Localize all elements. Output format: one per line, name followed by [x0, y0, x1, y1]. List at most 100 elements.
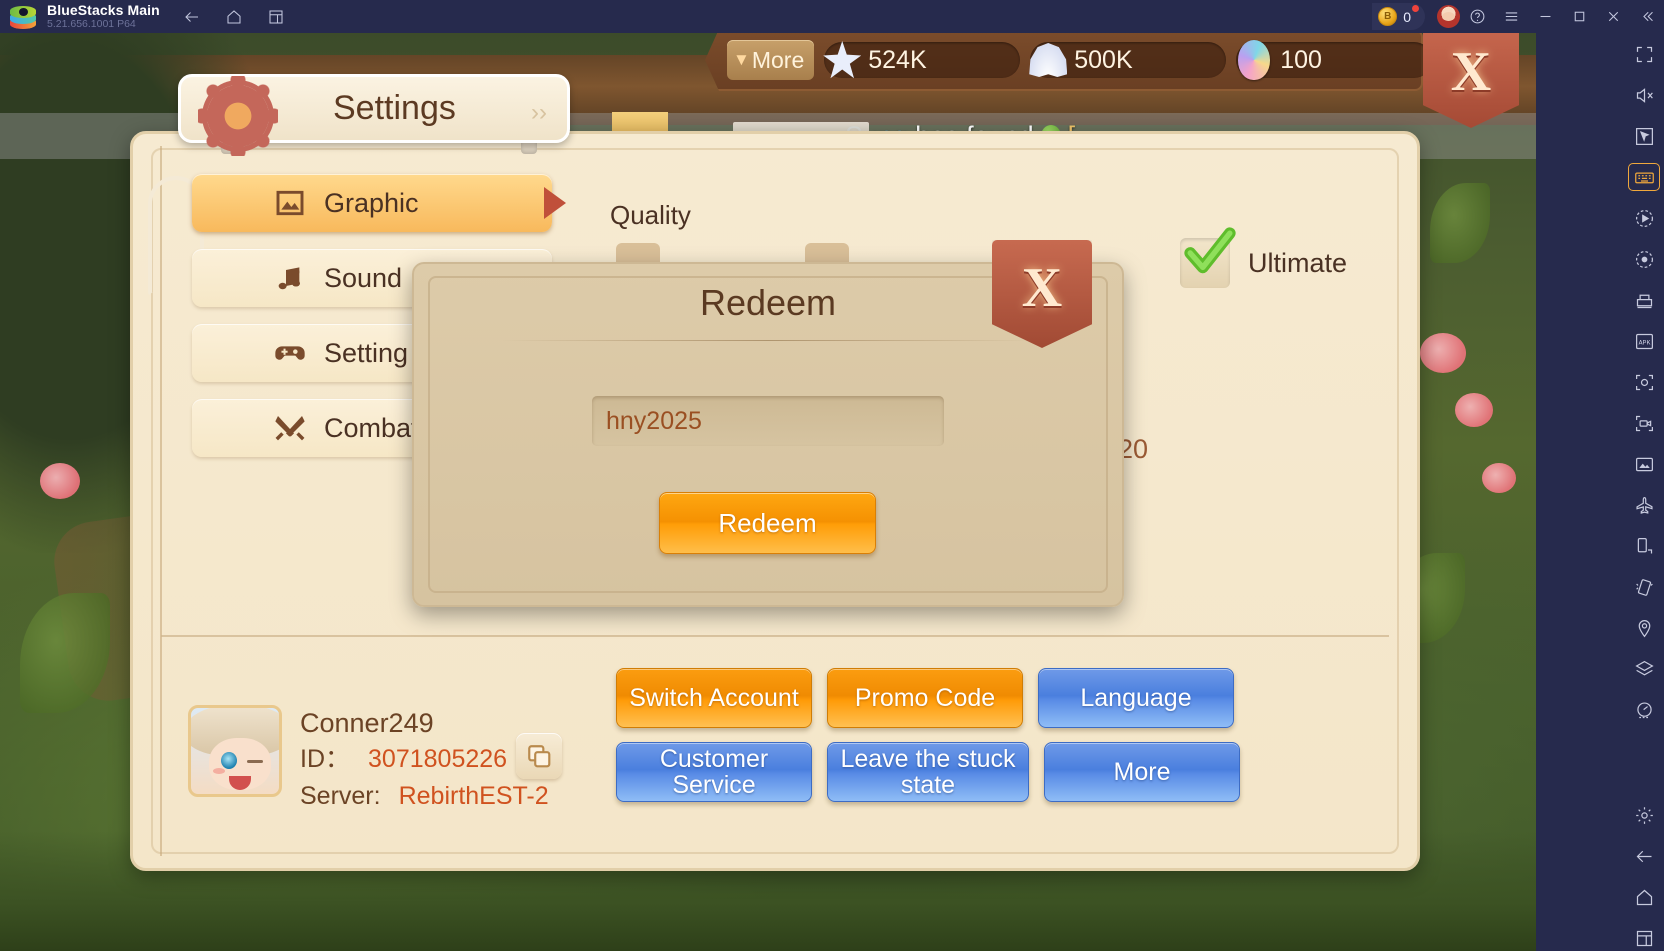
- star-icon: [820, 38, 864, 82]
- back-icon[interactable]: [182, 7, 202, 27]
- gyroscope-icon[interactable]: [1629, 697, 1659, 723]
- account-id-label: ID：: [300, 745, 351, 774]
- multi-instance-manager-icon[interactable]: [1629, 287, 1659, 313]
- promo-code-button[interactable]: Promo Code: [827, 668, 1023, 728]
- redeem-code-input[interactable]: hny2025: [592, 396, 944, 446]
- account-server-row: Server: RebirthEST-2: [300, 778, 549, 814]
- home-icon[interactable]: [1629, 884, 1659, 910]
- settings-header: ‹‹ Settings ››: [178, 74, 570, 156]
- sidebar-icon-stack: APK: [1624, 33, 1664, 951]
- account-info: Conner249 ID： 3071805226 Server: Rebirth…: [188, 705, 549, 814]
- sidebar-item-label: Sound: [324, 262, 403, 293]
- redeem-dialog-divider: [502, 340, 1034, 341]
- redeem-submit-button[interactable]: Redeem: [659, 492, 876, 554]
- bluestacks-title-block: BlueStacks Main 5.21.656.1001 P64: [47, 3, 160, 30]
- menu-icon[interactable]: [1494, 0, 1528, 33]
- settings-gear-icon[interactable]: [1629, 802, 1659, 828]
- account-server-value: RebirthEST-2: [398, 781, 549, 810]
- home-icon[interactable]: [224, 7, 244, 27]
- leave-stuck-state-button[interactable]: Leave the stuck state: [827, 742, 1029, 802]
- layers-icon[interactable]: [1629, 656, 1659, 682]
- cursor-icon[interactable]: [1629, 123, 1659, 149]
- back-arrow-icon[interactable]: [1629, 843, 1659, 869]
- svg-text:APK: APK: [1638, 339, 1650, 346]
- quality-label: Quality: [610, 200, 691, 230]
- coin-icon: B: [1378, 7, 1398, 26]
- action-button-grid: Switch Account Promo Code Language Custo…: [616, 668, 1240, 816]
- help-icon[interactable]: [1460, 0, 1494, 33]
- rotate-portrait-icon[interactable]: [1629, 533, 1659, 559]
- background-blossom: [1482, 463, 1516, 493]
- sidebar-item-label: Graphic: [324, 187, 419, 218]
- collapse-icon[interactable]: [1630, 0, 1664, 33]
- panel-divider: [161, 635, 1389, 637]
- background-blossom: [40, 463, 80, 499]
- points-value: 0: [1403, 8, 1411, 25]
- avatar-eye: [221, 752, 237, 769]
- currency-slot-spiral[interactable]: 100: [1236, 40, 1423, 80]
- more-button[interactable]: More: [1044, 742, 1240, 802]
- sidebar-item-label: Combat: [324, 412, 419, 443]
- background-blossom: [1420, 333, 1466, 373]
- music-note-icon: [270, 260, 310, 296]
- bluestacks-titlebar: BlueStacks Main 5.21.656.1001 P64 B 0: [0, 0, 1664, 33]
- image-icon: [270, 185, 310, 221]
- minimize-icon[interactable]: [1528, 0, 1562, 33]
- action-button-row: Customer Service Leave the stuck state M…: [616, 742, 1240, 802]
- screenshot-icon[interactable]: [1629, 369, 1659, 395]
- account-id-row: ID： 3071805226: [300, 741, 549, 777]
- fullscreen-icon[interactable]: [1629, 41, 1659, 67]
- video-record-icon[interactable]: [1629, 410, 1659, 436]
- spiral-shell-icon: [1232, 38, 1276, 82]
- mute-icon[interactable]: [1629, 82, 1659, 108]
- background-blossom: [1455, 393, 1493, 427]
- sidebar-item-graphic[interactable]: Graphic: [192, 174, 566, 232]
- action-button-row: Switch Account Promo Code Language: [616, 668, 1240, 728]
- check-icon: [1184, 227, 1236, 274]
- apk-install-icon[interactable]: APK: [1629, 328, 1659, 354]
- media-manager-icon[interactable]: [1629, 451, 1659, 477]
- currency-more-button[interactable]: ▼ More: [727, 40, 815, 80]
- account-id-value: 3071805226: [368, 745, 508, 774]
- close-icon[interactable]: [1596, 0, 1630, 33]
- customer-service-button[interactable]: Customer Service: [616, 742, 812, 802]
- background-leaf: [1430, 183, 1490, 263]
- maximize-icon[interactable]: [1562, 0, 1596, 33]
- titlebar-nav: [182, 7, 286, 27]
- bluestacks-logo-icon: [10, 5, 36, 29]
- multi-instance-icon[interactable]: [266, 7, 286, 27]
- crossed-swords-icon: [270, 410, 310, 446]
- user-avatar-icon[interactable]: [1437, 5, 1460, 28]
- gamepad-icon: [270, 335, 310, 371]
- location-icon[interactable]: [1629, 615, 1659, 641]
- recents-icon[interactable]: [1629, 925, 1659, 951]
- titlebar-right-controls: B 0: [1372, 0, 1664, 33]
- sidebar-item-label: Setting: [324, 337, 409, 368]
- language-button[interactable]: Language: [1038, 668, 1234, 728]
- shake-icon[interactable]: [1629, 574, 1659, 600]
- chevron-right-icon: ››: [531, 99, 547, 126]
- macro-record-icon[interactable]: [1629, 246, 1659, 272]
- copy-icon: [528, 745, 551, 768]
- currency-slot-shell[interactable]: 500K: [1029, 42, 1227, 78]
- account-name: Conner249: [300, 708, 434, 738]
- copy-id-button[interactable]: [516, 733, 562, 779]
- airplane-icon[interactable]: [1629, 492, 1659, 518]
- keyboard-icon[interactable]: [1628, 163, 1660, 191]
- page-title: Settings: [333, 89, 456, 127]
- avatar-cheek: [213, 768, 225, 774]
- currency-slot-star[interactable]: 524K: [823, 41, 1021, 79]
- quality-checkbox[interactable]: [1180, 227, 1236, 288]
- close-icon: X: [1450, 41, 1492, 103]
- switch-account-button[interactable]: Switch Account: [616, 668, 812, 728]
- active-arrow-icon: [544, 187, 566, 219]
- macro-play-icon[interactable]: [1629, 205, 1659, 231]
- quality-ultimate-row[interactable]: Ultimate: [1180, 227, 1348, 288]
- shell-icon: [1026, 38, 1070, 82]
- bluestacks-points-pill[interactable]: B 0: [1372, 3, 1425, 30]
- bluestacks-sidebar: APK: [1536, 33, 1664, 951]
- screen-root: ▼ More 524K 500K 100 X ealm. Sung has fo…: [0, 0, 1664, 951]
- avatar[interactable]: [188, 705, 282, 797]
- app-version: 5.21.656.1001 P64: [47, 17, 136, 30]
- quality-ultimate-label: Ultimate: [1248, 247, 1348, 278]
